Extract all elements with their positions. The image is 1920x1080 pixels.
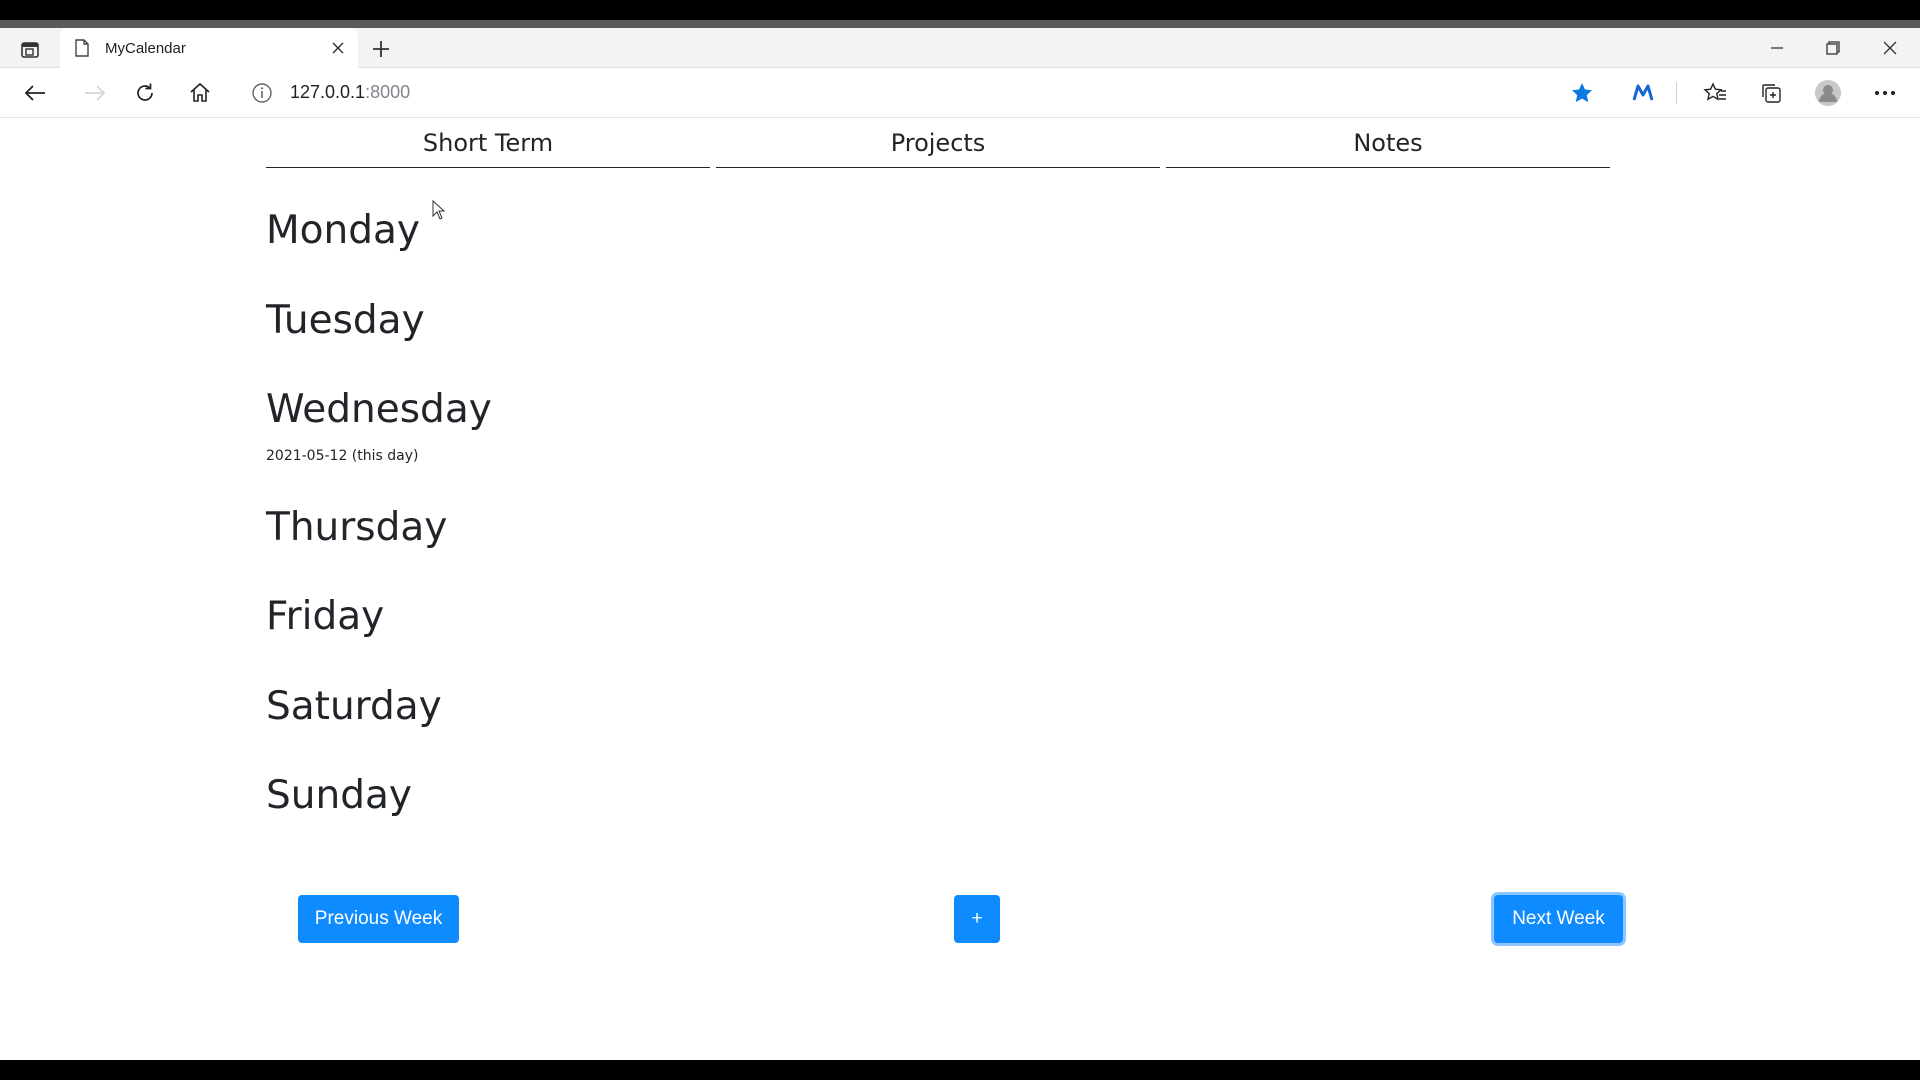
tab-title: MyCalendar — [105, 40, 186, 57]
bottom-bezel — [0, 1060, 1920, 1080]
day-thursday: Thursday — [266, 505, 448, 550]
tab-bar: MyCalendar — [0, 28, 1920, 68]
day-monday: Monday — [266, 208, 420, 253]
tab-short-term[interactable]: Short Term — [266, 126, 710, 168]
day-wednesday: Wednesday — [266, 387, 492, 432]
next-week-button[interactable]: Next Week — [1494, 895, 1623, 943]
url-host: 127.0.0.1 — [290, 82, 366, 102]
reload-icon[interactable] — [130, 79, 160, 107]
day-sunday: Sunday — [266, 773, 412, 818]
browser-tab[interactable]: MyCalendar — [60, 28, 358, 68]
home-icon[interactable] — [185, 79, 215, 107]
star-icon[interactable] — [1567, 79, 1597, 107]
mouse-cursor-icon — [432, 199, 446, 224]
info-icon[interactable] — [247, 79, 277, 107]
profile-icon[interactable] — [1813, 79, 1843, 107]
close-icon[interactable] — [328, 38, 348, 58]
screen: MyCalendar 127.0.0.1:8000 Short Term Pro… — [0, 0, 1920, 1080]
day-friday: Friday — [266, 594, 385, 639]
browser-toolbar: 127.0.0.1:8000 — [0, 68, 1920, 118]
m-extension-icon[interactable] — [1628, 79, 1658, 107]
toolbar-separator — [1676, 82, 1677, 104]
collections-icon[interactable] — [1756, 79, 1786, 107]
day-saturday: Saturday — [266, 684, 442, 729]
day-tuesday: Tuesday — [266, 298, 425, 343]
favorites-icon[interactable] — [1700, 79, 1730, 107]
url-field[interactable]: 127.0.0.1:8000 — [290, 82, 410, 103]
page-icon — [74, 39, 90, 61]
tab-projects[interactable]: Projects — [716, 126, 1160, 168]
plus-icon[interactable] — [368, 36, 394, 62]
forward-arrow-icon[interactable] — [80, 79, 110, 107]
tab-actions-icon[interactable] — [14, 36, 46, 64]
minimize-icon[interactable] — [1759, 34, 1795, 62]
page-content: Short Term Projects Notes Monday Tuesday… — [0, 118, 1920, 1060]
back-arrow-icon[interactable] — [20, 79, 50, 107]
top-bezel — [0, 0, 1920, 28]
restore-icon[interactable] — [1815, 34, 1851, 62]
more-icon[interactable] — [1870, 79, 1900, 107]
previous-week-button[interactable]: Previous Week — [298, 895, 459, 943]
url-port: :8000 — [365, 82, 411, 102]
close-window-icon[interactable] — [1872, 34, 1908, 62]
today-note: 2021-05-12 (this day) — [266, 448, 419, 464]
tab-notes[interactable]: Notes — [1166, 126, 1610, 168]
add-button[interactable]: + — [954, 895, 1000, 943]
